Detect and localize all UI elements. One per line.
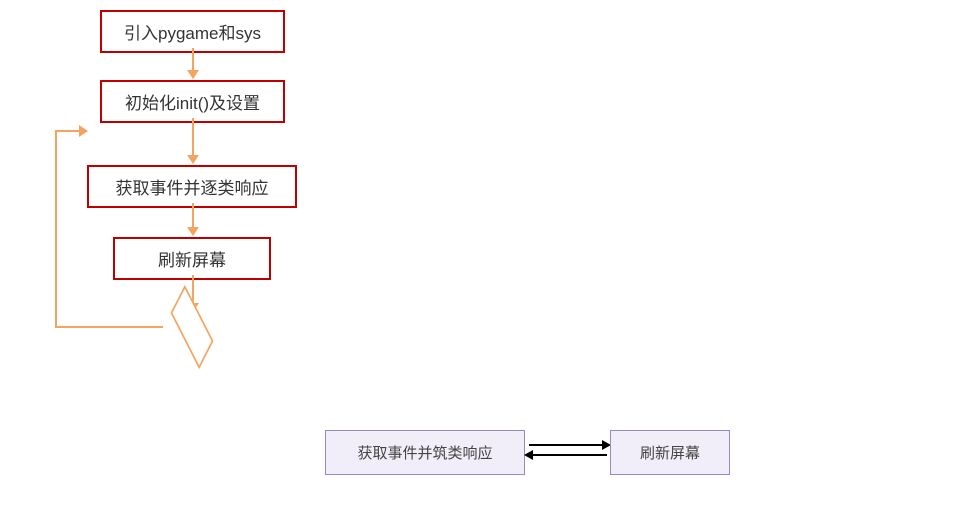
flow-step-import: 引入pygame和sys: [100, 10, 285, 53]
bottom-box-refresh: 刷新屏幕: [610, 430, 730, 475]
bottom-box-events: 获取事件并筑类响应: [325, 430, 525, 475]
flow-step-init: 初始化init()及设置: [100, 80, 285, 123]
loop-arrow-icon: [55, 130, 87, 132]
bidirectional-arrow-icon: [525, 440, 610, 460]
arrow-down-icon: [192, 203, 194, 235]
loop-connector: [55, 130, 57, 328]
loop-connector: [55, 326, 163, 328]
arrow-down-icon: [192, 48, 194, 78]
arrow-down-icon: [192, 118, 194, 163]
flow-step-refresh: 刷新屏幕: [113, 237, 271, 280]
flow-step-events: 获取事件并逐类响应: [87, 165, 297, 208]
